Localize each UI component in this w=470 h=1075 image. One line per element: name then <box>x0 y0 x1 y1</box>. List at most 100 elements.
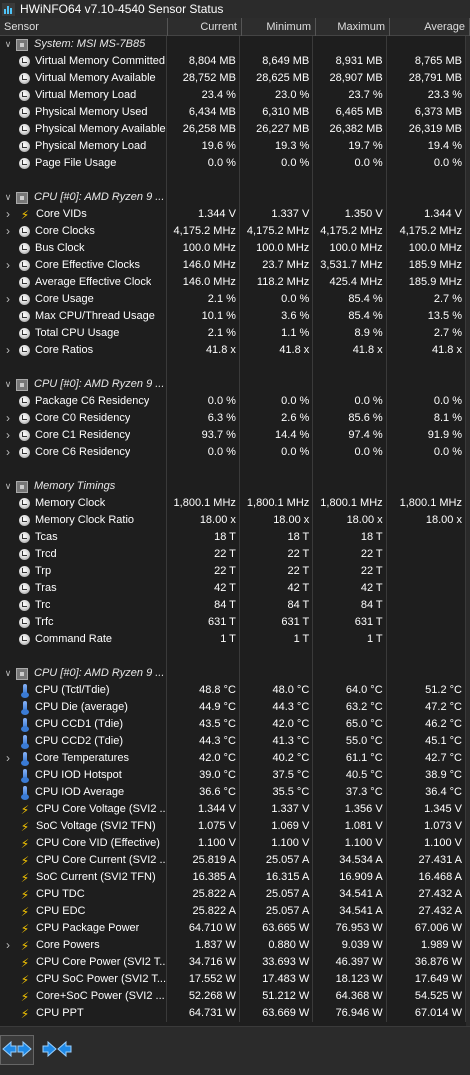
sensor-row[interactable]: ⚡ CPU EDC 25.822 A 25.057 A 34.541 A 27.432 A <box>0 903 466 920</box>
value-maximum: 18.00 x <box>313 512 387 529</box>
value-current: 6,434 MB <box>167 104 240 121</box>
chevron-right-icon[interactable]: › <box>2 342 14 359</box>
sensor-row[interactable]: ⚡ CPU Core Current (SVI2 ... 25.819 A 25.05… <box>0 852 466 869</box>
sensor-group-row[interactable]: ∨ CPU [#0]: AMD Ryzen 9 ... <box>0 189 466 206</box>
sensor-row[interactable]: › ⚡ Core Powers 1.837 W 0.880 W 9.039 W 1.989 … <box>0 937 466 954</box>
sensor-row[interactable]: ⚡ CPU Core VID (Effective) 1.100 V 1.100 V1… <box>0 835 466 852</box>
sensor-row[interactable]: Average Effective Clock 146.0 MHz 118.2 MH… <box>0 274 466 291</box>
chevron-right-icon[interactable]: › <box>2 750 14 767</box>
clock-icon <box>19 583 30 594</box>
sensor-label: SoC Current (SVI2 TFN) <box>36 871 156 883</box>
collapse-arrows-button[interactable] <box>40 1035 74 1065</box>
sensor-row[interactable]: Total CPU Usage 2.1 % 1.1 % 8.9 % 2.7 % <box>0 325 466 342</box>
vertical-scrollbar[interactable] <box>466 36 470 1026</box>
sensor-row[interactable]: Page File Usage 0.0 % 0.0 % 0.0 % 0.0 % <box>0 155 466 172</box>
sensor-name-cell: ∨ Memory Timings <box>0 478 167 495</box>
chevron-right-icon[interactable]: › <box>2 257 14 274</box>
chevron-down-icon[interactable]: ∨ <box>2 665 14 682</box>
sensor-row[interactable]: Trp 22 T 22 T 22 T <box>0 563 466 580</box>
column-header-minimum[interactable]: Minimum <box>242 18 316 36</box>
sensor-row[interactable]: Trc 84 T 84 T 84 T <box>0 597 466 614</box>
sensor-group-row[interactable]: ∨ CPU [#0]: AMD Ryzen 9 ... <box>0 376 466 393</box>
sensor-row[interactable]: › Core C0 Residency 6.3 % 2.6 % 85.6 % 8.1 % <box>0 410 466 427</box>
value-average: 27.432 A <box>387 903 466 920</box>
sensor-row[interactable]: Virtual Memory Available 28,752 MB 28,625 … <box>0 70 466 87</box>
sensor-group-row[interactable]: ∨ Memory Timings <box>0 478 466 495</box>
sensor-row[interactable]: CPU IOD Hotspot 39.0 °C 37.5 °C 40.5 °C 38.9… <box>0 767 466 784</box>
arrows-left-right-button[interactable] <box>0 1035 34 1065</box>
sensor-row[interactable]: Trfc 631 T 631 T 631 T <box>0 614 466 631</box>
sensor-row[interactable]: Physical Memory Available 26,258 MB 26,227… <box>0 121 466 138</box>
sensor-row[interactable]: Tras 42 T 42 T 42 T <box>0 580 466 597</box>
value-minimum: 2.6 % <box>240 410 314 427</box>
sensor-name-cell: ⚡ CPU SoC Power (SVI2 T... <box>0 971 167 988</box>
chevron-right-icon[interactable]: › <box>2 427 14 444</box>
sensor-row[interactable]: Memory Clock 1,800.1 MHz 1,800.1 MHz 1,800.… <box>0 495 466 512</box>
sensor-row[interactable]: ⚡ CPU Package Power 64.710 W 63.665 W 76.953… <box>0 920 466 937</box>
column-header-average[interactable]: Average <box>390 18 470 36</box>
sensor-name-cell: ⚡ CPU Package Power <box>0 920 167 937</box>
thermometer-icon <box>21 751 29 766</box>
sensor-row[interactable]: CPU CCD1 (Tdie) 43.5 °C 42.0 °C 65.0 °C 46.2… <box>0 716 466 733</box>
chevron-down-icon[interactable]: ∨ <box>2 189 14 206</box>
sensor-name-cell: CPU CCD1 (Tdie) <box>0 716 167 733</box>
column-header-sensor[interactable]: Sensor <box>0 18 168 36</box>
sensor-row[interactable]: › Core Effective Clocks 146.0 MHz 23.7 MHz 3… <box>0 257 466 274</box>
lightning-bolt-icon: ⚡ <box>20 904 30 919</box>
lightning-bolt-icon: ⚡ <box>20 836 30 851</box>
sensor-row[interactable]: › Core Usage 2.1 % 0.0 % 85.4 % 2.7 % <box>0 291 466 308</box>
sensor-label: Max CPU/Thread Usage <box>35 310 155 322</box>
sensor-row[interactable]: Trcd 22 T 22 T 22 T <box>0 546 466 563</box>
chevron-right-icon[interactable]: › <box>2 444 14 461</box>
chevron-right-icon[interactable]: › <box>2 206 14 223</box>
sensor-row[interactable]: › Core Ratios 41.8 x 41.8 x 41.8 x 41.8 x <box>0 342 466 359</box>
sensor-row[interactable]: Max CPU/Thread Usage 10.1 % 3.6 % 85.4 % 13.… <box>0 308 466 325</box>
chevron-right-icon[interactable]: › <box>2 223 14 240</box>
value-minimum: 25.057 A <box>240 886 314 903</box>
chevron-right-icon[interactable]: › <box>2 937 14 954</box>
chevron-right-icon[interactable]: › <box>2 410 14 427</box>
sensor-row[interactable]: ⚡ SoC Voltage (SVI2 TFN) 1.075 V 1.069 V 1.0… <box>0 818 466 835</box>
sensor-row[interactable]: ⚡ CPU Core Voltage (SVI2 ... 1.344 V 1.337 … <box>0 801 466 818</box>
sensor-name-cell: › Core Ratios <box>0 342 167 359</box>
sensor-label: Core Usage <box>35 293 94 305</box>
value-maximum: 23.7 % <box>313 87 387 104</box>
sensor-row[interactable]: CPU Die (average) 44.9 °C 44.3 °C 63.2 °C 47… <box>0 699 466 716</box>
sensor-row[interactable]: CPU (Tctl/Tdie) 48.8 °C 48.0 °C 64.0 °C 51.2… <box>0 682 466 699</box>
sensor-row[interactable]: › ⚡ Core VIDs 1.344 V 1.337 V 1.350 V 1.344 V <box>0 206 466 223</box>
sensor-row[interactable]: › Core C1 Residency 93.7 % 14.4 % 97.4 % 91.9… <box>0 427 466 444</box>
sensor-row[interactable]: ⚡ CPU Core Power (SVI2 T... 34.716 W 33.693… <box>0 954 466 971</box>
chevron-right-icon[interactable]: › <box>2 291 14 308</box>
sensor-group-row[interactable]: ∨ System: MSI MS-7B85 <box>0 36 466 53</box>
chevron-down-icon[interactable]: ∨ <box>2 376 14 393</box>
sensor-row[interactable]: › Core C6 Residency 0.0 % 0.0 % 0.0 % 0.0 % <box>0 444 466 461</box>
sensor-group-row[interactable]: ∨ CPU [#0]: AMD Ryzen 9 ... <box>0 665 466 682</box>
sensor-row[interactable]: Physical Memory Load 19.6 % 19.3 % 19.7 % 19… <box>0 138 466 155</box>
sensor-row[interactable]: Physical Memory Used 6,434 MB 6,310 MB 6,46… <box>0 104 466 121</box>
sensor-row[interactable]: Command Rate 1 T1 T1 T <box>0 631 466 648</box>
sensor-label: Core C6 Residency <box>35 446 131 458</box>
value-maximum: 28,907 MB <box>313 70 387 87</box>
chevron-down-icon[interactable]: ∨ <box>2 478 14 495</box>
sensor-row[interactable]: Bus Clock 100.0 MHz 100.0 MHz 100.0 MHz 100.… <box>0 240 466 257</box>
sensor-row[interactable]: ⚡ SoC Current (SVI2 TFN) 16.385 A 16.315 A1… <box>0 869 466 886</box>
chevron-down-icon[interactable]: ∨ <box>2 36 14 53</box>
value-average: 0.0 % <box>387 444 466 461</box>
sensor-row[interactable]: Package C6 Residency 0.0 % 0.0 % 0.0 % 0.0 % <box>0 393 466 410</box>
separator-row <box>0 172 466 189</box>
value-average <box>387 597 466 614</box>
column-header-maximum[interactable]: Maximum <box>316 18 390 36</box>
sensor-row[interactable]: Memory Clock Ratio 18.00 x 18.00 x 18.00 x1… <box>0 512 466 529</box>
column-header-current[interactable]: Current <box>168 18 242 36</box>
sensor-row[interactable]: CPU IOD Average 36.6 °C 35.5 °C 37.3 °C 36.4… <box>0 784 466 801</box>
sensor-row[interactable]: Tcas 18 T 18 T 18 T <box>0 529 466 546</box>
sensor-row[interactable]: Virtual Memory Committed 8,804 MB 8,649 MB… <box>0 53 466 70</box>
sensor-row[interactable]: Virtual Memory Load 23.4 % 23.0 % 23.7 % 23.… <box>0 87 466 104</box>
sensor-row[interactable]: › Core Clocks 4,175.2 MHz 4,175.2 MHz 4,175.… <box>0 223 466 240</box>
sensor-row[interactable]: › Core Temperatures 42.0 °C 40.2 °C 61.1 °C 4… <box>0 750 466 767</box>
sensor-row[interactable]: ⚡ CPU SoC Power (SVI2 T... 17.552 W 17.483 … <box>0 971 466 988</box>
sensor-row[interactable]: CPU CCD2 (Tdie) 44.3 °C 41.3 °C 55.0 °C 45.1… <box>0 733 466 750</box>
sensor-row[interactable]: ⚡ Core+SoC Power (SVI2 ... 52.268 W 51.212 … <box>0 988 466 1005</box>
sensor-row[interactable]: ⚡ CPU TDC 25.822 A 25.057 A 34.541 A 27.432 A <box>0 886 466 903</box>
sensor-row[interactable]: ⚡ CPU PPT 64.731 W 63.669 W 76.946 W 67.014 W <box>0 1005 466 1022</box>
